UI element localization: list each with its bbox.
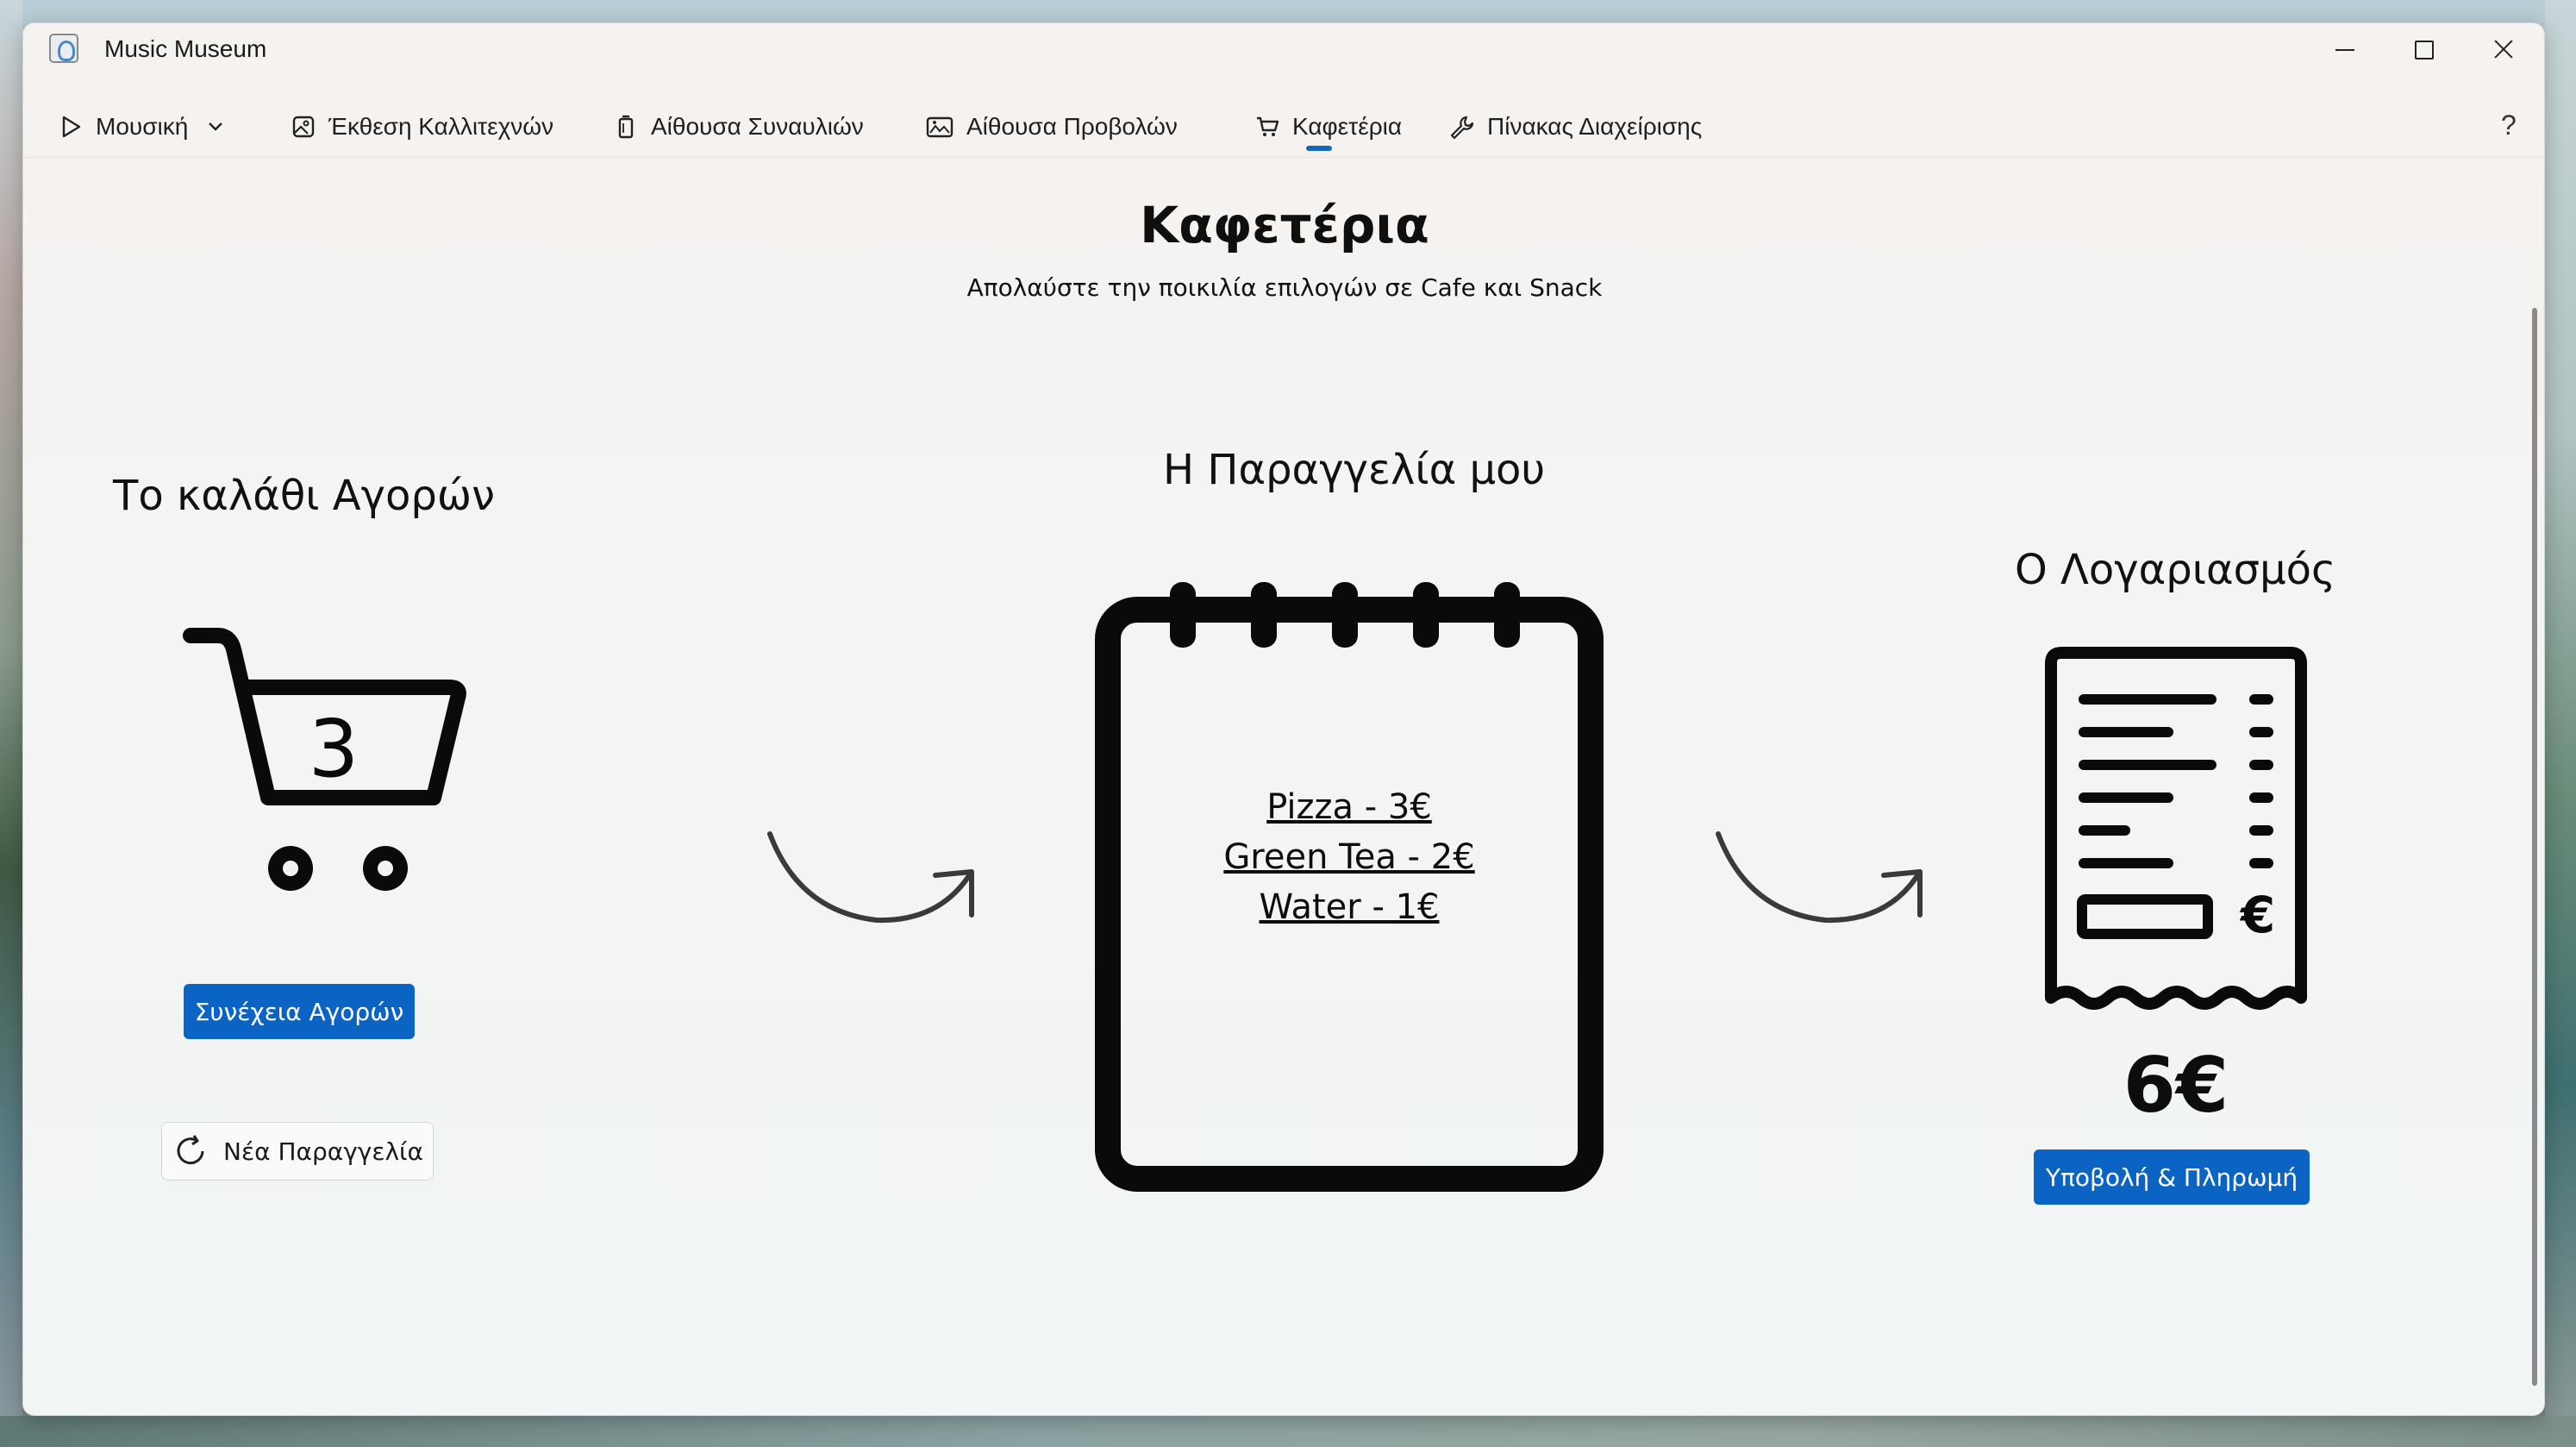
minimize-button[interactable] bbox=[2317, 28, 2372, 68]
app-logo-icon bbox=[49, 34, 78, 63]
app-window: Music Museum Μουσική Έκθεση Καλλιτεχνών bbox=[22, 22, 2545, 1416]
gallery-icon bbox=[926, 116, 953, 138]
continue-shopping-label: Συνέχεια Αγορών bbox=[194, 997, 404, 1026]
wrench-icon bbox=[1450, 116, 1474, 140]
desktop-background-right bbox=[2545, 0, 2576, 1447]
continue-shopping-button[interactable]: Συνέχεια Αγορών bbox=[184, 984, 415, 1039]
curved-arrow-icon bbox=[767, 831, 974, 924]
list-item: Pizza - 3€ bbox=[1266, 787, 1432, 827]
nav-item-label: Έκθεση Καλλιτεχνών bbox=[328, 113, 554, 140]
play-icon bbox=[62, 116, 81, 138]
page-subtitle: Απολαύστε την ποικιλία επιλογών σε Cafe … bbox=[966, 273, 1603, 302]
nav-item-label: Αίθουσα Συναυλιών bbox=[651, 113, 864, 140]
chevron-down-icon[interactable] bbox=[203, 115, 228, 139]
navigation-bar: Μουσική Έκθεση Καλλιτεχνών Αίθουσα Συναυ… bbox=[23, 96, 2544, 158]
desktop-background-bottom bbox=[0, 1416, 2576, 1447]
currency-symbol: € bbox=[2239, 886, 2275, 944]
desktop-background-left bbox=[0, 0, 22, 1447]
nav-item-admin-panel[interactable]: Πίνακας Διαχείρισης bbox=[1447, 110, 1702, 144]
bill-total: 6€ bbox=[2123, 1041, 2229, 1130]
nav-item-music[interactable]: Μουσική bbox=[58, 110, 240, 144]
nav-item-artists-exhibition[interactable]: Έκθεση Καλλιτεχνών bbox=[291, 110, 553, 144]
app-title: Music Museum bbox=[104, 35, 267, 62]
list-item: Water - 1€ bbox=[1259, 887, 1440, 927]
page-title: Καφετέρια bbox=[1140, 196, 1429, 254]
refresh-icon bbox=[177, 1135, 204, 1165]
vertical-scrollbar[interactable] bbox=[2532, 308, 2537, 1386]
help-button[interactable]: ? bbox=[2501, 110, 2517, 141]
nav-item-cafeteria[interactable]: Καφετέρια bbox=[1254, 110, 1402, 144]
nav-item-label: Πίνακας Διαχείρισης bbox=[1487, 113, 1703, 140]
new-order-button[interactable]: Νέα Παραγγελία bbox=[161, 1122, 434, 1181]
nav-item-label: Μουσική bbox=[96, 113, 189, 140]
list-item: Green Tea - 2€ bbox=[1223, 837, 1475, 877]
order-items-list: Pizza - 3€ Green Tea - 2€ Water - 1€ bbox=[1091, 782, 1608, 932]
curved-arrow-icon bbox=[1716, 831, 1923, 924]
bill-heading: Ο Λογαριασμός bbox=[2015, 546, 2336, 594]
image-icon bbox=[292, 116, 315, 138]
title-bar[interactable]: Music Museum bbox=[23, 23, 2544, 77]
order-heading: Η Παραγγελία μου bbox=[1163, 446, 1546, 494]
nav-item-label: Καφετέρια bbox=[1292, 113, 1403, 140]
ticket-icon bbox=[618, 115, 634, 139]
submit-payment-label: Υποβολή & Πληρωμή bbox=[2045, 1162, 2298, 1192]
new-order-label: Νέα Παραγγελία bbox=[223, 1137, 423, 1166]
cart-item-count: 3 bbox=[308, 703, 360, 795]
maximize-button[interactable] bbox=[2396, 28, 2451, 68]
cart-icon bbox=[1257, 116, 1279, 136]
nav-item-screening-hall[interactable]: Αίθουσα Προβολών bbox=[925, 110, 1178, 144]
close-button[interactable] bbox=[2475, 28, 2530, 68]
nav-item-concert-hall[interactable]: Αίθουσα Συναυλιών bbox=[613, 110, 864, 144]
selected-tab-indicator bbox=[1306, 146, 1332, 151]
submit-payment-button[interactable]: Υποβολή & Πληρωμή bbox=[2034, 1149, 2310, 1205]
cart-heading: Το καλάθι Αγορών bbox=[113, 472, 495, 520]
nav-item-label: Αίθουσα Προβολών bbox=[966, 113, 1178, 140]
receipt-icon: € bbox=[2045, 647, 2307, 1010]
